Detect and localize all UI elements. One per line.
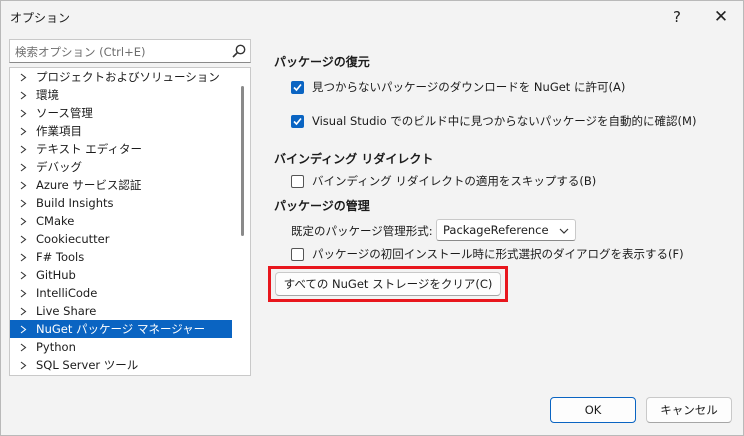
- tree-item[interactable]: デバッグ: [10, 158, 232, 176]
- tree-item-label: GitHub: [36, 268, 76, 282]
- tree-item-label: デバッグ: [36, 160, 82, 174]
- tree-item[interactable]: IntelliCode: [10, 284, 232, 302]
- auto-check-label: Visual Studio でのビルド中に見つからないパッケージを自動的に確認(…: [312, 114, 697, 128]
- tree-item-label: IntelliCode: [36, 286, 98, 300]
- restore-section-title: パッケージの復元: [274, 55, 370, 69]
- tree-item[interactable]: CMake: [10, 212, 232, 230]
- tree-item[interactable]: SQL Server ツール: [10, 356, 232, 374]
- tree-scrollbar[interactable]: [241, 86, 244, 236]
- chevron-down-icon: [559, 228, 569, 234]
- close-button[interactable]: ✕: [706, 5, 736, 29]
- tree-item-label: CMake: [36, 214, 75, 228]
- auto-check-checkbox[interactable]: [291, 114, 304, 128]
- tree-item-label: Cookiecutter: [36, 232, 110, 246]
- chevron-right-icon[interactable]: [10, 325, 36, 334]
- title-bar: オプション ? ✕: [1, 1, 743, 33]
- tree-item[interactable]: テキスト エディター: [10, 140, 232, 158]
- tree-item-label: 環境: [36, 88, 59, 102]
- tree-item-label: 作業項目: [36, 124, 82, 138]
- search-icon: [232, 44, 246, 58]
- ok-button[interactable]: OK: [550, 397, 636, 423]
- chevron-right-icon[interactable]: [10, 307, 36, 316]
- binding-section-title: バインディング リダイレクト: [274, 152, 434, 166]
- package-format-value: PackageReference: [443, 223, 549, 237]
- tree-item[interactable]: GitHub: [10, 266, 232, 284]
- tree-item[interactable]: 作業項目: [10, 122, 232, 140]
- tree-item[interactable]: NuGet パッケージ マネージャー: [10, 320, 232, 338]
- chevron-right-icon[interactable]: [10, 163, 36, 172]
- chevron-right-icon[interactable]: [10, 127, 36, 136]
- search-input[interactable]: 検索オプション (Ctrl+E): [9, 39, 251, 63]
- cancel-button[interactable]: キャンセル: [646, 397, 732, 423]
- tree-item[interactable]: Cookiecutter: [10, 230, 232, 248]
- tree-item-label: SQL Server ツール: [36, 358, 139, 372]
- tree-item-label: F# Tools: [36, 250, 85, 264]
- allow-download-checkbox[interactable]: [291, 80, 304, 94]
- search-placeholder: 検索オプション (Ctrl+E): [15, 45, 146, 59]
- skip-binding-checkbox[interactable]: [291, 174, 304, 188]
- tree-item[interactable]: Build Insights: [10, 194, 232, 212]
- tree-item-label: NuGet パッケージ マネージャー: [36, 322, 206, 336]
- chevron-right-icon[interactable]: [10, 145, 36, 154]
- clear-storage-button[interactable]: すべての NuGet ストレージをクリア(C): [275, 272, 501, 296]
- window-title: オプション: [10, 11, 71, 25]
- package-format-select[interactable]: PackageReference: [436, 219, 576, 241]
- tree-item-label: ソース管理: [36, 106, 93, 120]
- chevron-right-icon[interactable]: [10, 343, 36, 352]
- tree-item[interactable]: Live Share: [10, 302, 232, 320]
- options-dialog: オプション ? ✕ 検索オプション (Ctrl+E) プロジェクトおよびソリュー…: [0, 0, 744, 436]
- options-tree[interactable]: プロジェクトおよびソリューション 環境ソース管理作業項目テキスト エディター デバッ…: [9, 67, 251, 376]
- show-dialog-label: パッケージの初回インストール時に形式選択のダイアログを表示する(F): [312, 247, 684, 261]
- tree-item[interactable]: ソース管理: [10, 104, 232, 122]
- chevron-right-icon[interactable]: [10, 271, 36, 280]
- tree-item-label: テキスト エディター: [36, 142, 143, 156]
- tree-item-label: プロジェクトおよびソリューション: [36, 70, 220, 84]
- auto-check-row[interactable]: Visual Studio でのビルド中に見つからないパッケージを自動的に確認(…: [291, 113, 696, 129]
- format-label: 既定のパッケージ管理形式:: [291, 224, 433, 238]
- chevron-right-icon[interactable]: [10, 217, 36, 226]
- tree-item-label: Build Insights: [36, 196, 114, 210]
- chevron-right-icon[interactable]: [10, 235, 36, 244]
- tree-item[interactable]: プロジェクトおよびソリューション: [10, 68, 232, 86]
- chevron-right-icon[interactable]: [10, 91, 36, 100]
- allow-download-label: 見つからないパッケージのダウンロードを NuGet に許可(A): [312, 80, 626, 94]
- chevron-right-icon[interactable]: [10, 199, 36, 208]
- chevron-right-icon[interactable]: [10, 289, 36, 298]
- chevron-right-icon[interactable]: [10, 253, 36, 262]
- management-section-title: パッケージの管理: [274, 199, 370, 213]
- allow-download-row[interactable]: 見つからないパッケージのダウンロードを NuGet に許可(A): [291, 79, 625, 95]
- tree-item-label: Azure サービス認証: [36, 178, 142, 192]
- chevron-right-icon[interactable]: [10, 361, 36, 370]
- skip-binding-row[interactable]: バインディング リダイレクトの適用をスキップする(B): [291, 173, 596, 189]
- show-dialog-row[interactable]: パッケージの初回インストール時に形式選択のダイアログを表示する(F): [291, 246, 684, 262]
- tree-item[interactable]: Python: [10, 338, 232, 356]
- help-button[interactable]: ?: [662, 5, 692, 29]
- chevron-right-icon[interactable]: [10, 181, 36, 190]
- tree-item-label: Live Share: [36, 304, 97, 318]
- skip-binding-label: バインディング リダイレクトの適用をスキップする(B): [312, 174, 597, 188]
- chevron-right-icon[interactable]: [10, 73, 36, 82]
- chevron-right-icon[interactable]: [10, 109, 36, 118]
- show-dialog-checkbox[interactable]: [291, 247, 304, 261]
- tree-item[interactable]: Azure サービス認証: [10, 176, 232, 194]
- tree-item-label: Python: [36, 340, 76, 354]
- tree-item[interactable]: F# Tools: [10, 248, 232, 266]
- tree-item[interactable]: 環境: [10, 86, 232, 104]
